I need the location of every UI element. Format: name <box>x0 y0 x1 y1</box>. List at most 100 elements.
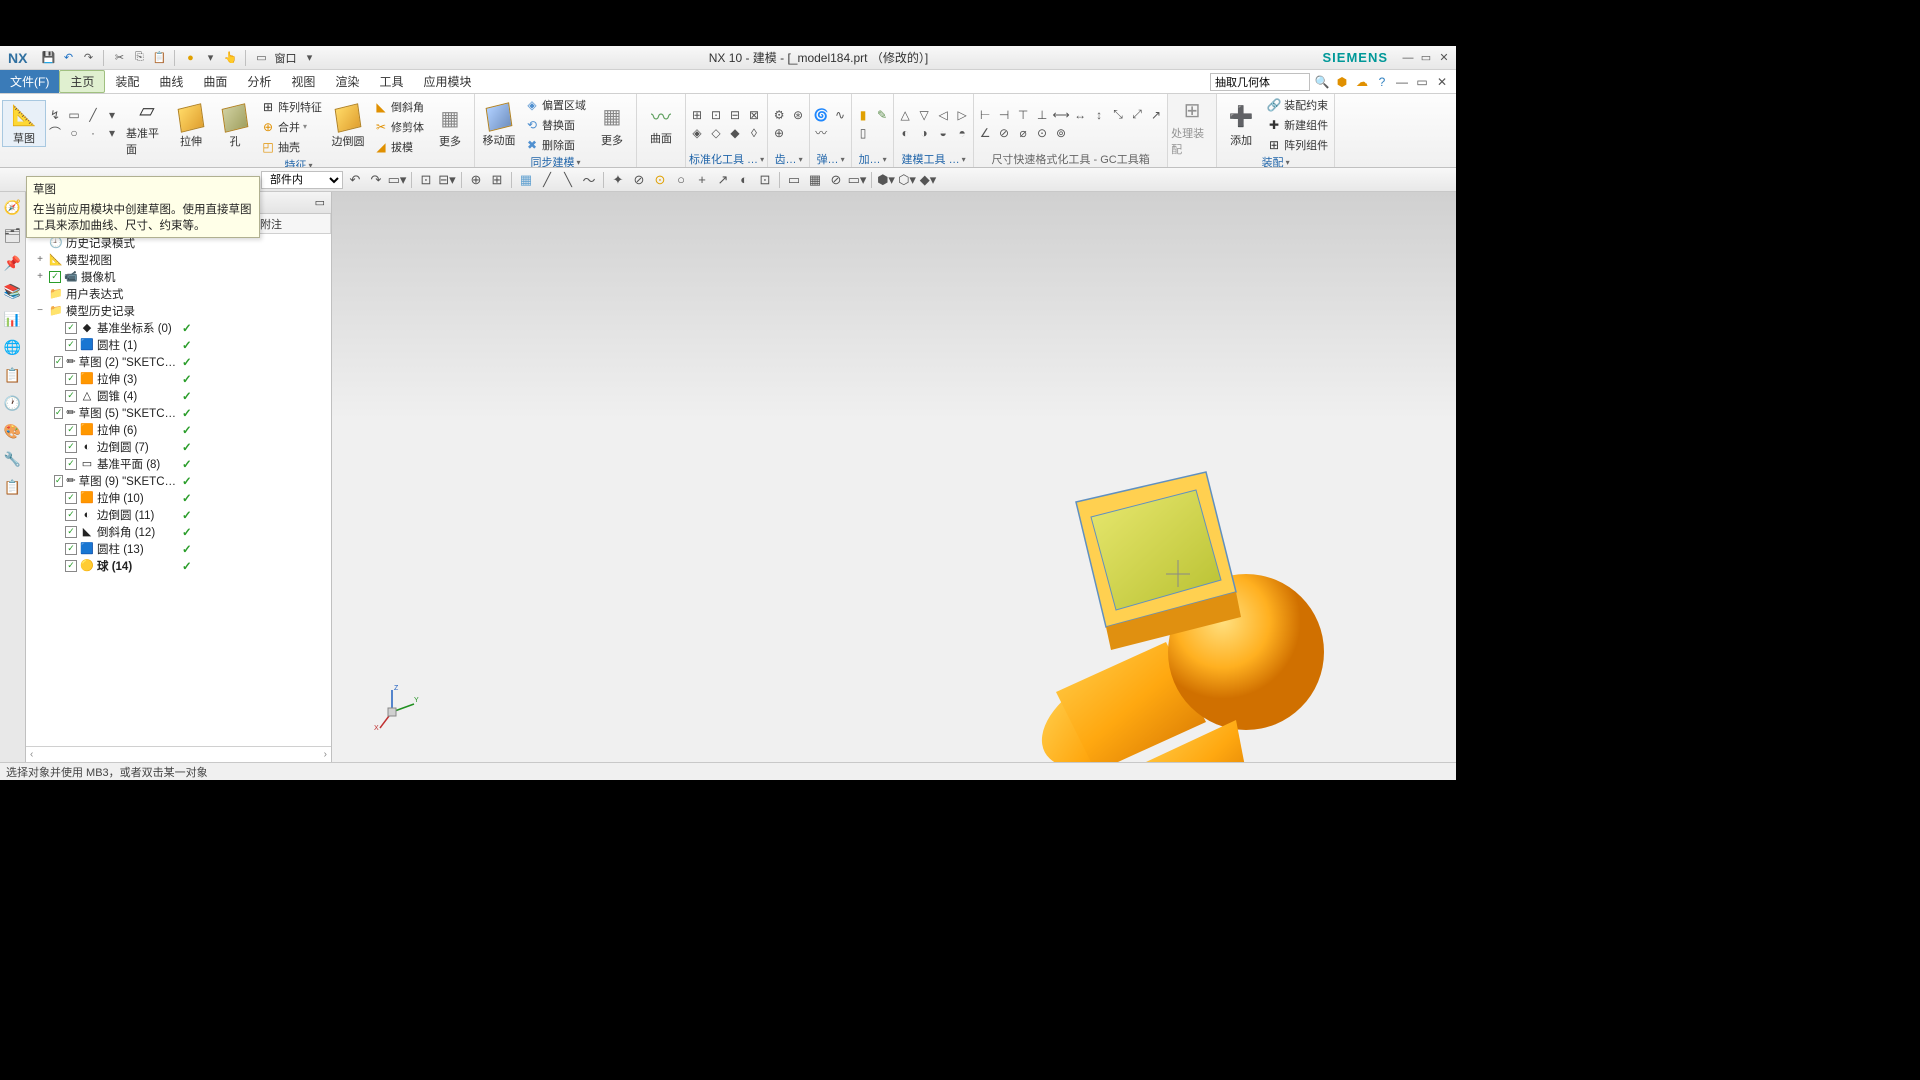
dim-icon[interactable]: ⤢ <box>1129 107 1145 123</box>
tree-row[interactable]: 📁用户表达式 <box>26 285 331 302</box>
std-icon[interactable]: ⊟ <box>727 107 743 123</box>
roles-tab[interactable]: 🎨 <box>4 422 22 440</box>
dim-icon[interactable]: ⊥ <box>1034 107 1050 123</box>
doc-restore-button[interactable]: ▭ <box>1414 74 1430 90</box>
col-note[interactable]: 附注 <box>254 214 331 233</box>
pattern-comp-button[interactable]: ⊞阵列组件 <box>1264 136 1331 154</box>
dim-icon[interactable]: ⊣ <box>996 107 1012 123</box>
feature-tree[interactable]: 🕘历史记录模式+📐模型视图+✓📹摄像机📁用户表达式−📁模型历史记录✓◆基准坐标系… <box>26 234 331 746</box>
gear-icon[interactable]: ⊕ <box>771 125 787 141</box>
doc-minimize-button[interactable]: — <box>1394 74 1410 90</box>
group-label-machine[interactable]: 加… <box>855 151 890 167</box>
dim-icon[interactable]: ↗ <box>1148 107 1164 123</box>
group-label-sync[interactable]: 同步建模 <box>478 154 633 168</box>
tree-row[interactable]: ✓🟧拉伸 (6)✓ <box>26 421 331 438</box>
model-icon[interactable]: △ <box>897 107 913 123</box>
rectangle-icon[interactable]: ▭ <box>66 107 82 123</box>
tb-icon[interactable]: ⊙ <box>651 171 669 189</box>
tree-row[interactable]: ✓▭基准平面 (8)✓ <box>26 455 331 472</box>
model-icon[interactable]: ◒ <box>935 125 951 141</box>
surface-button[interactable]: 〰曲面 <box>640 101 682 146</box>
trim-button[interactable]: ✂修剪体 <box>371 118 427 136</box>
menu-application[interactable]: 应用模块 <box>413 70 481 93</box>
tree-row[interactable]: ✓◣倒斜角 (12)✓ <box>26 523 331 540</box>
menu-view[interactable]: 视图 <box>281 70 325 93</box>
group-label-spring[interactable]: 弹… <box>813 151 848 167</box>
dropdown-icon[interactable]: ▾ <box>203 51 217 65</box>
unite-button[interactable]: ⊕合并▾ <box>258 118 325 136</box>
std-icon[interactable]: ⊠ <box>746 107 762 123</box>
tree-row[interactable]: ✓△圆锥 (4)✓ <box>26 387 331 404</box>
tree-row[interactable]: −📁模型历史记录 <box>26 302 331 319</box>
dim-icon[interactable]: ↕ <box>1091 107 1107 123</box>
tree-row[interactable]: ✓🟡球 (14)✓ <box>26 557 331 574</box>
tree-row[interactable]: +✓📹摄像机 <box>26 268 331 285</box>
model-icon[interactable]: ◓ <box>954 125 970 141</box>
assembly-navigator-tab[interactable]: 🗂 <box>4 226 22 244</box>
move-face-button[interactable]: 移动面 <box>478 103 520 148</box>
tb-icon[interactable]: ✦ <box>609 171 627 189</box>
menu-file[interactable]: 文件(F) <box>0 70 59 93</box>
tree-row[interactable]: ✓✏草图 (5) "SKETC…✓ <box>26 404 331 421</box>
gear-icon[interactable]: ⊛ <box>790 107 806 123</box>
group-label-asm[interactable]: 装配 <box>1220 154 1331 168</box>
redo-icon[interactable]: ↷ <box>81 51 95 65</box>
tb-icon[interactable]: ▭ <box>785 171 803 189</box>
tree-row[interactable]: ✓◐边倒圆 (7)✓ <box>26 438 331 455</box>
nav-pin-icon[interactable]: ▭ <box>315 196 325 209</box>
tb-icon[interactable]: + <box>693 171 711 189</box>
sketch-button[interactable]: 📐 草图 <box>3 101 45 146</box>
tb-icon[interactable]: ↗ <box>714 171 732 189</box>
tree-row[interactable]: ✓🟦圆柱 (13)✓ <box>26 540 331 557</box>
dim-icon[interactable]: ⟷ <box>1053 107 1069 123</box>
paste-icon[interactable]: 📋 <box>152 51 166 65</box>
chamfer-button[interactable]: ◣倒斜角 <box>371 98 427 116</box>
model-icon[interactable]: ▽ <box>916 107 932 123</box>
shell-button[interactable]: ◰抽壳 <box>258 138 325 156</box>
help-icon[interactable]: ? <box>1374 74 1390 90</box>
hd3d-tab[interactable]: 📊 <box>4 310 22 328</box>
tree-row[interactable]: ✓🟧拉伸 (10)✓ <box>26 489 331 506</box>
dim-icon[interactable]: ⌀ <box>1015 125 1031 141</box>
tb-icon[interactable]: ↷ <box>367 171 385 189</box>
tb-icon[interactable]: ⬢▾ <box>877 171 895 189</box>
datum-plane-button[interactable]: ▱基准平面 <box>126 96 168 157</box>
close-button[interactable]: ✕ <box>1436 51 1452 65</box>
model-icon[interactable]: ◐ <box>897 125 913 141</box>
group-label-features[interactable]: 特征 <box>126 157 471 168</box>
std-icon[interactable]: ⊞ <box>689 107 705 123</box>
scope-select[interactable]: 部件内 <box>261 171 343 189</box>
tb-icon[interactable]: ⊘ <box>630 171 648 189</box>
std-icon[interactable]: ◊ <box>746 125 762 141</box>
tree-row[interactable]: ✓🟧拉伸 (3)✓ <box>26 370 331 387</box>
dim-icon[interactable]: ⊘ <box>996 125 1012 141</box>
tb-icon[interactable]: ○ <box>672 171 690 189</box>
dim-icon[interactable]: ⊢ <box>977 107 993 123</box>
add-button[interactable]: ➕添加 <box>1220 103 1262 148</box>
tb-icon[interactable]: ◆▾ <box>919 171 937 189</box>
menu-surface[interactable]: 曲面 <box>193 70 237 93</box>
mach-icon[interactable]: ✎ <box>874 107 890 123</box>
tb-icon[interactable]: ▦ <box>806 171 824 189</box>
hole-button[interactable]: 孔 <box>214 104 256 149</box>
gear-icon[interactable]: ⚙ <box>771 107 787 123</box>
touch-icon[interactable]: 👆 <box>223 51 237 65</box>
tree-row[interactable]: ✓✏草图 (2) "SKETC…✓ <box>26 353 331 370</box>
model-icon[interactable]: ◁ <box>935 107 951 123</box>
model-icon[interactable]: ▷ <box>954 107 970 123</box>
tb-icon[interactable]: 〜 <box>580 171 598 189</box>
tb-icon[interactable]: ⊕ <box>467 171 485 189</box>
tb-icon[interactable]: ▦ <box>517 171 535 189</box>
dim-icon[interactable]: ⊚ <box>1053 125 1069 141</box>
tb-icon[interactable]: ↶ <box>346 171 364 189</box>
model-icon[interactable]: ◑ <box>916 125 932 141</box>
tb-icon[interactable]: ⊡ <box>756 171 774 189</box>
std-icon[interactable]: ⊡ <box>708 107 724 123</box>
std-icon[interactable]: ◇ <box>708 125 724 141</box>
menu-analysis[interactable]: 分析 <box>237 70 281 93</box>
window-menu[interactable]: 窗口 <box>274 50 296 66</box>
tb-icon[interactable]: ⊡ <box>417 171 435 189</box>
menu-assembly[interactable]: 装配 <box>105 70 149 93</box>
tree-row[interactable]: +📐模型视图 <box>26 251 331 268</box>
clipboard-tab[interactable]: 📋 <box>4 478 22 496</box>
